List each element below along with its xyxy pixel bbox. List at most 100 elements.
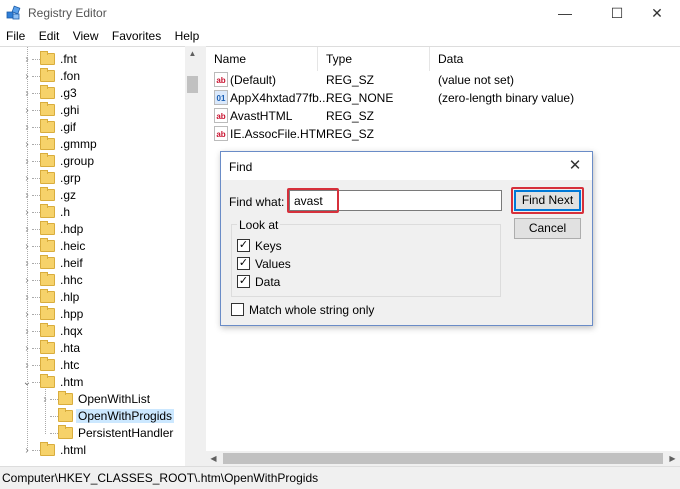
folder-icon xyxy=(40,68,55,82)
tree-connector xyxy=(32,195,40,196)
window-title: Registry Editor xyxy=(28,6,107,20)
tree-connector xyxy=(32,161,40,162)
values-checkbox[interactable]: ✓ xyxy=(237,257,250,270)
value-name: IE.AssocFile.HTM xyxy=(230,127,327,141)
close-button[interactable]: ✕ xyxy=(634,0,680,26)
tree-vertical-scrollbar[interactable]: ▲ xyxy=(185,46,200,466)
keys-checkbox[interactable]: ✓ xyxy=(237,239,250,252)
find-what-label: Find what: xyxy=(229,195,285,209)
list-scroll-thumb[interactable] xyxy=(223,453,663,464)
tree-connector xyxy=(32,331,40,332)
value-type: REG_SZ xyxy=(326,127,375,141)
find-dialog-title: Find xyxy=(229,160,253,174)
column-header-name[interactable]: Name xyxy=(206,47,318,71)
tree-item-label: OpenWithList xyxy=(78,392,151,406)
match-whole-string-checkbox[interactable] xyxy=(231,303,244,316)
tree-item-label: .g3 xyxy=(60,86,77,100)
tree-connector xyxy=(32,76,40,77)
folder-icon xyxy=(40,187,55,201)
tree-item-label: .ghi xyxy=(60,103,80,117)
folder-icon xyxy=(40,340,55,354)
cancel-button[interactable]: Cancel xyxy=(514,218,581,239)
tree-item-label: .heic xyxy=(60,239,86,253)
value-row[interactable]: 01 AppX4hxtad77fb... REG_NONE (zero-leng… xyxy=(206,89,680,107)
folder-icon xyxy=(58,391,73,405)
tree-item-label: .hqx xyxy=(60,324,83,338)
tree-connector xyxy=(32,212,40,213)
folder-icon xyxy=(40,323,55,337)
tree-scroll-thumb[interactable] xyxy=(187,76,198,93)
tree-connector xyxy=(32,365,40,366)
binary-value-icon: 01 xyxy=(214,90,228,105)
menu-bar: File Edit View Favorites Help xyxy=(0,26,680,46)
value-type: REG_NONE xyxy=(326,91,394,105)
string-value-icon: ab xyxy=(214,108,228,123)
folder-icon xyxy=(40,221,55,235)
match-whole-string-label: Match whole string only xyxy=(249,303,375,317)
minimize-button[interactable]: — xyxy=(542,0,588,26)
value-row[interactable]: ab IE.AssocFile.HTM REG_SZ xyxy=(206,125,680,143)
value-row[interactable]: ab AvastHTML REG_SZ xyxy=(206,107,680,125)
tree-connector xyxy=(32,246,40,247)
tree-connector xyxy=(32,450,40,451)
folder-icon xyxy=(40,136,55,150)
menu-help[interactable]: Help xyxy=(169,26,204,43)
tree-connector xyxy=(32,229,40,230)
tree-item-label: .hhc xyxy=(60,273,83,287)
look-at-label: Look at xyxy=(237,218,281,232)
value-name: (Default) xyxy=(230,73,277,87)
folder-icon xyxy=(40,170,55,184)
tree-item-label: PersistentHandler xyxy=(78,426,174,440)
values-checkbox-label: Values xyxy=(255,257,291,271)
tree-item-label: .gif xyxy=(60,120,77,134)
menu-file[interactable]: File xyxy=(0,26,29,43)
value-name: AvastHTML xyxy=(230,109,293,123)
menu-favorites[interactable]: Favorites xyxy=(106,26,165,43)
data-checkbox-label: Data xyxy=(255,275,281,289)
folder-icon xyxy=(40,51,55,65)
folder-icon xyxy=(40,306,55,320)
registry-key-tree[interactable]: › .fnt › .fon › .g3 › .ghi › .gif › .gmmp › .group › .g… xyxy=(0,46,200,466)
string-value-icon: ab xyxy=(214,72,228,87)
find-dialog: Find ✕ Find what: Find Next Cancel Look … xyxy=(220,151,593,326)
menu-view[interactable]: View xyxy=(67,26,103,43)
tree-item-label: .hpp xyxy=(60,307,84,321)
value-row[interactable]: ab (Default) REG_SZ (value not set) xyxy=(206,71,680,89)
tree-item-label: .html xyxy=(60,443,87,457)
tree-connector xyxy=(32,263,40,264)
registry-editor-icon xyxy=(6,5,21,20)
folder-icon xyxy=(40,442,55,456)
tree-item-label: .fnt xyxy=(60,52,77,66)
folder-icon xyxy=(40,374,55,388)
menu-edit[interactable]: Edit xyxy=(33,26,64,43)
column-header-data[interactable]: Data xyxy=(430,47,680,71)
tree-connector xyxy=(32,382,40,383)
find-dialog-close-icon[interactable]: ✕ xyxy=(562,155,588,177)
title-bar: Registry Editor — ☐ ✕ xyxy=(0,0,680,26)
keys-checkbox-label: Keys xyxy=(255,239,282,253)
value-data: (value not set) xyxy=(438,73,515,87)
tree-item-label: .grp xyxy=(60,171,81,185)
data-checkbox[interactable]: ✓ xyxy=(237,275,250,288)
folder-icon xyxy=(40,238,55,252)
scroll-right-arrow-icon[interactable]: ▶ xyxy=(665,451,680,466)
list-horizontal-scrollbar[interactable]: ◀ ▶ xyxy=(206,451,680,466)
value-data: (zero-length binary value) xyxy=(438,91,575,105)
folder-icon xyxy=(40,102,55,116)
tree-item-label: .gmmp xyxy=(60,137,97,151)
folder-icon xyxy=(40,85,55,99)
tree-item-label: .heif xyxy=(60,256,83,270)
scroll-up-arrow-icon[interactable]: ▲ xyxy=(185,46,200,61)
folder-icon xyxy=(40,204,55,218)
folder-icon xyxy=(40,255,55,269)
tree-item-label: .group xyxy=(60,154,95,168)
folder-icon xyxy=(58,408,73,422)
tree-connector xyxy=(32,178,40,179)
tree-item-label: .htc xyxy=(60,358,80,372)
column-header-type[interactable]: Type xyxy=(318,47,430,71)
tree-item-label: .gz xyxy=(60,188,77,202)
tree-child-guide-line xyxy=(45,389,46,434)
tree-connector xyxy=(32,280,40,281)
scroll-left-arrow-icon[interactable]: ◀ xyxy=(206,451,221,466)
input-highlight-box xyxy=(287,188,339,213)
